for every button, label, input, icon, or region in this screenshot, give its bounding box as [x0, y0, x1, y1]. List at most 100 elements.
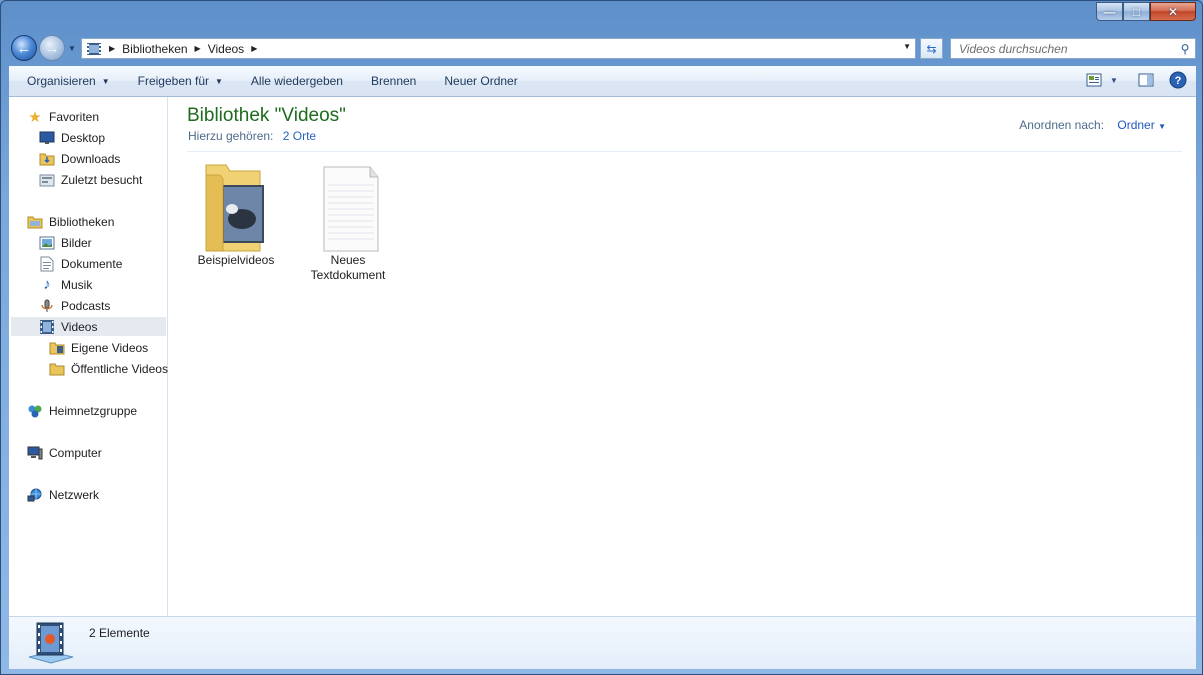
new-folder-button[interactable]: Neuer Ordner	[434, 69, 527, 93]
help-icon: ?	[1169, 71, 1187, 89]
search-input[interactable]	[951, 41, 1175, 56]
libraries-icon	[27, 214, 43, 230]
breadcrumb-videos[interactable]: Videos	[204, 42, 248, 56]
share-label: Freigeben für	[137, 74, 209, 88]
content-frame: ★ Favoriten Desktop Downloads Zuletzt be…	[9, 97, 1196, 616]
navigation-pane: ★ Favoriten Desktop Downloads Zuletzt be…	[9, 97, 168, 616]
sidebar-item-label: Zuletzt besucht	[61, 172, 143, 187]
sidebar-item-label: Dokumente	[61, 256, 123, 271]
breadcrumb-libraries[interactable]: Bibliotheken	[118, 42, 191, 56]
sidebar-item-desktop[interactable]: Desktop	[39, 128, 105, 147]
library-content-pane: Bibliothek "Videos" Hierzu gehören: 2 Or…	[169, 97, 1196, 616]
address-bar[interactable]: ▶ Bibliotheken ▶ Videos ▶ ▼	[81, 38, 916, 59]
video-folder-icon	[49, 340, 65, 356]
arrange-label: Anordnen nach:	[1019, 118, 1105, 132]
change-view-button[interactable]: ▼	[1080, 70, 1124, 90]
file-item[interactable]: Neues Textdokument	[303, 161, 393, 283]
refresh-button[interactable]: ⇆	[920, 38, 943, 59]
sidebar-item-label: Desktop	[61, 130, 106, 145]
play-all-button[interactable]: Alle wiedergeben	[241, 69, 353, 93]
preview-pane-button[interactable]	[1136, 70, 1156, 90]
video-film-icon	[39, 319, 55, 335]
recent-places-icon	[39, 172, 55, 188]
minimize-icon: —	[1103, 4, 1116, 19]
sidebar-item-label: Bibliotheken	[49, 214, 115, 229]
locations-link[interactable]: 2 Orte	[283, 129, 316, 143]
music-note-icon: ♪	[43, 276, 51, 293]
folder-icon	[49, 361, 65, 377]
sidebar-item-label: Downloads	[61, 151, 121, 166]
view-icon	[1086, 73, 1102, 87]
burn-label: Brennen	[370, 74, 417, 88]
minimize-button[interactable]: —	[1096, 2, 1123, 21]
toolbar-right: ▼ ?	[1080, 70, 1188, 90]
chevron-down-icon: ▼	[1110, 75, 1118, 85]
podcast-microphone-icon	[39, 298, 55, 314]
help-button[interactable]: ?	[1168, 70, 1188, 90]
caption-buttons: — □ ✕	[1096, 2, 1196, 21]
breadcrumb-separator-icon[interactable]: ▶	[192, 44, 204, 53]
divider	[187, 151, 1182, 152]
close-icon: ✕	[1167, 4, 1179, 19]
maximize-icon: □	[1132, 4, 1141, 19]
sidebar-item-label: Podcasts	[61, 298, 111, 313]
sidebar-item-my-videos[interactable]: Eigene Videos	[49, 338, 148, 357]
file-item[interactable]: Beispielvideos	[191, 161, 281, 268]
desktop-icon	[39, 130, 55, 146]
sidebar-item-computer[interactable]: Computer	[27, 443, 102, 462]
back-button[interactable]: ←	[11, 35, 37, 61]
details-pane: 2 Elemente	[9, 616, 1196, 669]
search-box[interactable]: ⚲	[950, 38, 1196, 59]
sidebar-item-documents[interactable]: Dokumente	[39, 254, 122, 273]
sidebar-item-recent-places[interactable]: Zuletzt besucht	[39, 170, 142, 189]
arrange-value: Ordner	[1117, 118, 1155, 132]
address-history-dropdown-icon[interactable]: ▼	[903, 42, 911, 51]
sidebar-item-pictures[interactable]: Bilder	[39, 233, 92, 252]
library-video-icon	[27, 621, 75, 668]
homegroup-icon	[27, 403, 43, 419]
star-icon: ★	[28, 108, 42, 126]
forward-arrow-icon: →	[44, 39, 60, 57]
chevron-down-icon: ▼	[1158, 122, 1166, 131]
computer-icon	[27, 445, 43, 461]
sidebar-item-label: Musik	[61, 277, 93, 292]
sidebar-item-music[interactable]: ♪ Musik	[39, 275, 92, 294]
recent-pages-dropdown[interactable]: ▼	[68, 44, 76, 53]
chevron-down-icon: ▼	[101, 76, 110, 86]
sidebar-item-downloads[interactable]: Downloads	[39, 149, 120, 168]
chevron-down-icon: ▼	[215, 76, 223, 86]
network-icon	[27, 487, 43, 503]
maximize-button[interactable]: □	[1123, 2, 1150, 21]
sidebar-item-network[interactable]: Netzwerk	[27, 485, 99, 504]
file-name: Beispielvideos	[197, 253, 275, 267]
breadcrumb-separator-icon[interactable]: ▶	[106, 44, 118, 53]
search-icon[interactable]: ⚲	[1175, 42, 1195, 56]
sidebar-item-videos[interactable]: Videos	[11, 317, 166, 336]
forward-button[interactable]: →	[39, 35, 65, 61]
organize-button[interactable]: Organisieren ▼	[17, 69, 120, 93]
sidebar-item-podcasts[interactable]: Podcasts	[39, 296, 110, 315]
sidebar-item-label: Videos	[61, 319, 98, 334]
share-with-button[interactable]: Freigeben für ▼	[128, 69, 233, 93]
refresh-icon: ⇆	[926, 41, 937, 56]
new-folder-label: Neuer Ordner	[444, 74, 518, 88]
arrange-by-dropdown[interactable]: Ordner ▼	[1117, 118, 1166, 132]
sidebar-item-label: Heimnetzgruppe	[49, 403, 138, 418]
file-name: Neues Textdokument	[310, 253, 386, 282]
explorer-window: — □ ✕ ← → ▼ ▶ Bibliotheken ▶ Videos ▶ ▼ …	[0, 0, 1203, 675]
sidebar-item-label: Bilder	[61, 235, 92, 250]
sidebar-item-public-videos[interactable]: Öffentliche Videos	[49, 359, 168, 378]
close-button[interactable]: ✕	[1150, 2, 1196, 21]
breadcrumb-separator-icon[interactable]: ▶	[248, 44, 260, 53]
svg-text:?: ?	[1175, 75, 1182, 87]
item-count: 2 Elemente	[89, 626, 150, 640]
video-folder-thumbnail-icon	[198, 161, 274, 252]
burn-button[interactable]: Brennen	[361, 69, 426, 93]
address-location-icon	[82, 41, 106, 57]
sidebar-item-label: Computer	[49, 445, 102, 460]
preview-pane-icon	[1138, 73, 1154, 87]
back-arrow-icon: ←	[16, 39, 32, 57]
sidebar-item-libraries[interactable]: Bibliotheken	[27, 212, 114, 231]
sidebar-item-homegroup[interactable]: Heimnetzgruppe	[27, 401, 137, 420]
sidebar-item-favorites[interactable]: ★ Favoriten	[27, 107, 99, 126]
